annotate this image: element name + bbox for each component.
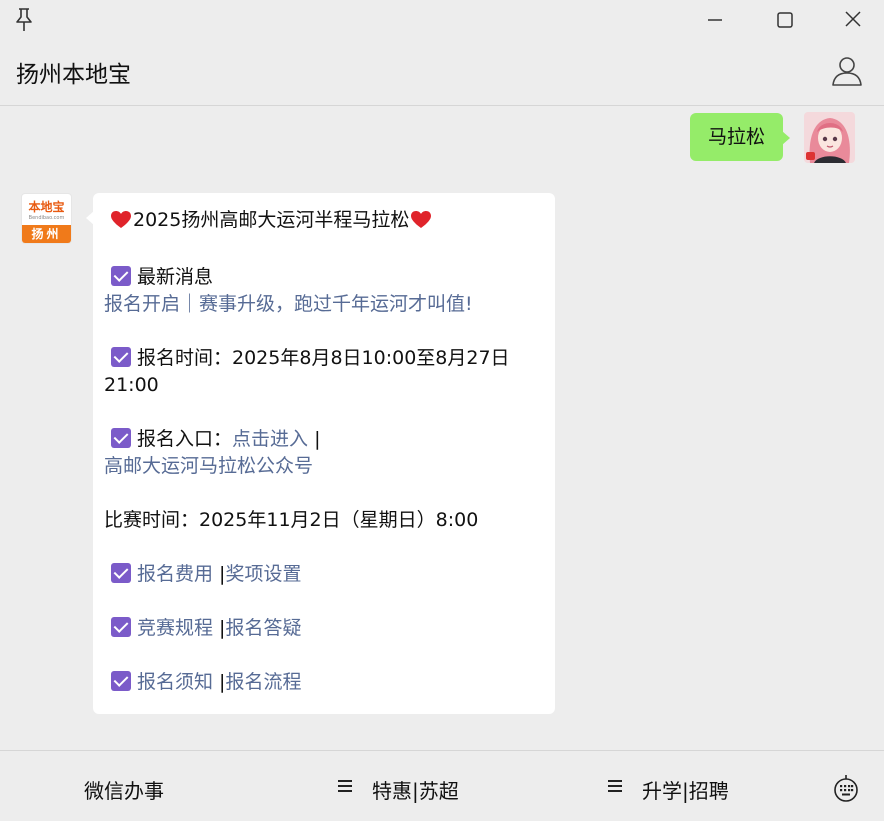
- bot-avatar-city: 扬州: [22, 225, 71, 243]
- user-avatar[interactable]: [804, 112, 855, 163]
- rules-link[interactable]: 竞赛规程: [137, 617, 213, 639]
- faq-link[interactable]: 报名答疑: [225, 617, 301, 639]
- menu-wechat-services[interactable]: 微信办事: [84, 751, 164, 821]
- entry-link[interactable]: 点击进入: [232, 428, 308, 450]
- checkbox-icon: [111, 428, 131, 448]
- link-separator: |: [213, 671, 226, 693]
- chat-title: 扬州本地宝: [16, 62, 131, 88]
- profile-icon[interactable]: [830, 54, 864, 88]
- bot-avatar-logo-text: 本地宝: [28, 200, 65, 214]
- link-separator: |: [213, 617, 226, 639]
- close-icon[interactable]: [838, 6, 868, 34]
- bottom-menu: 微信办事 特惠|苏超 升学|招聘: [0, 750, 884, 821]
- chat-header: 扬州本地宝: [0, 40, 884, 106]
- menu-deals[interactable]: 特惠|苏超: [338, 751, 459, 821]
- user-message-bubble[interactable]: 马拉松: [689, 113, 791, 161]
- link-separator: |: [213, 563, 226, 585]
- registration-time-cont: 21:00: [104, 374, 159, 396]
- heart-icon: [111, 210, 131, 237]
- official-account-link[interactable]: 高邮大运河马拉松公众号: [104, 455, 313, 477]
- menu-label: 升学|招聘: [642, 779, 729, 803]
- checkbox-icon: [111, 266, 131, 286]
- news-label: 最新消息: [137, 266, 214, 288]
- menu-education-jobs[interactable]: 升学|招聘: [608, 751, 729, 821]
- bot-avatar-logo-domain: Bendibao.com: [28, 215, 65, 221]
- heart-icon: [411, 210, 432, 237]
- menu-icon: [608, 777, 622, 795]
- message-title-line: 2025扬州高邮大运河半程马拉松: [111, 207, 539, 237]
- window-titlebar: [0, 0, 884, 40]
- checkbox-icon: [111, 563, 131, 583]
- bot-message-bubble: 2025扬州高邮大运河半程马拉松 最新消息 报名开启｜赛事升级，跑过千年运河才叫…: [86, 193, 555, 714]
- maximize-icon[interactable]: [770, 6, 800, 34]
- race-time: 比赛时间：2025年11月2日（星期日）8:00: [104, 509, 479, 531]
- news-link[interactable]: 报名开启｜赛事升级，跑过千年运河才叫值!: [104, 293, 473, 315]
- minimize-icon[interactable]: [700, 6, 730, 34]
- checkbox-icon: [111, 617, 131, 637]
- menu-label: 特惠|苏超: [372, 779, 459, 803]
- bot-avatar[interactable]: 本地宝 Bendibao.com 扬州: [21, 193, 72, 244]
- fee-link[interactable]: 报名费用: [137, 563, 213, 585]
- process-link[interactable]: 报名流程: [225, 671, 301, 693]
- keyboard-icon[interactable]: [831, 774, 861, 804]
- registration-time: 报名时间：2025年8月8日10:00至8月27日: [137, 347, 510, 369]
- menu-label: 微信办事: [84, 779, 164, 803]
- message-title: 2025扬州高邮大运河半程马拉松: [133, 209, 410, 231]
- entry-separator: |: [308, 428, 321, 450]
- checkbox-icon: [111, 671, 131, 691]
- chat-area[interactable]: 马拉松 本地宝 Bendibao.com 扬州 2025扬州高邮大运河半程马拉松…: [0, 107, 884, 749]
- pin-icon[interactable]: [12, 7, 36, 33]
- notice-link[interactable]: 报名须知: [137, 671, 213, 693]
- entry-label: 报名入口：: [137, 428, 233, 450]
- checkbox-icon: [111, 347, 131, 367]
- menu-icon: [338, 777, 352, 795]
- awards-link[interactable]: 奖项设置: [225, 563, 301, 585]
